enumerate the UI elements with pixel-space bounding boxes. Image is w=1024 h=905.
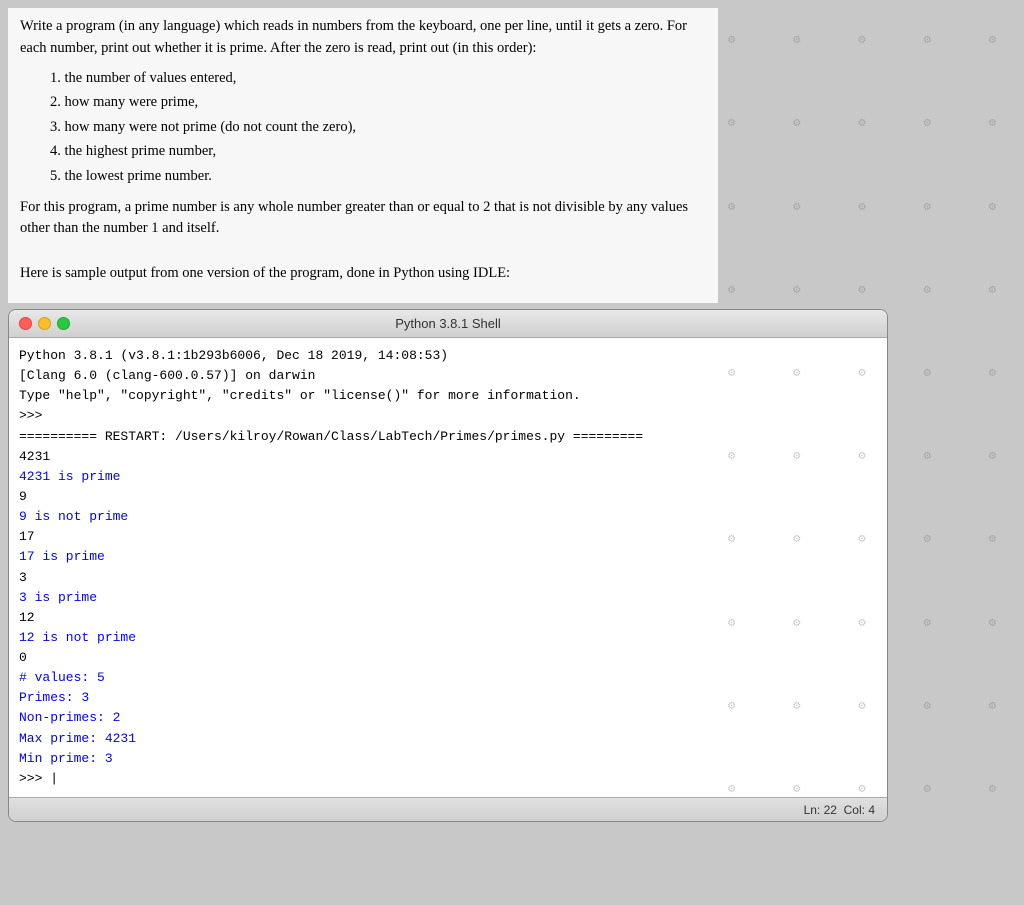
- shell-titlebar: Python 3.8.1 Shell: [9, 310, 887, 338]
- list-item-4: 4. the highest prime number,: [50, 139, 706, 164]
- wm-icon: ⚙: [896, 499, 959, 580]
- main-wrapper: ⚙ ⚙ ⚙ ⚙ ⚙ ⚙ ⚙ ⚙ ⚙ ⚙ ⚙ ⚙ ⚙ ⚙ ⚙ ⚙ ⚙ ⚙ ⚙ ⚙ …: [0, 0, 1024, 830]
- wm-icon: ⚙: [765, 666, 828, 747]
- wm-icon: ⚙: [700, 499, 763, 580]
- wm-icon: ⚙: [961, 416, 1024, 497]
- list-item-3: 3. how many were not prime (do not count…: [50, 115, 706, 140]
- wm-icon: ⚙: [896, 333, 959, 414]
- wm-icon: ⚙: [961, 749, 1024, 830]
- wm-icon: ⚙: [830, 83, 893, 164]
- wm-icon: ⚙: [765, 83, 828, 164]
- requirements-list: 1. the number of values entered, 2. how …: [50, 66, 706, 189]
- wm-icon: ⚙: [896, 666, 959, 747]
- wm-icon: ⚙: [830, 166, 893, 247]
- wm-icon: ⚙: [700, 333, 763, 414]
- wm-icon: ⚙: [896, 416, 959, 497]
- wm-icon: ⚙: [765, 582, 828, 663]
- prime-definition: For this program, a prime number is any …: [20, 197, 706, 241]
- sample-intro-text: Here is sample output from one version o…: [20, 263, 706, 285]
- list-item-1: 1. the number of values entered,: [50, 66, 706, 91]
- wm-icon: ⚙: [961, 333, 1024, 414]
- wm-icon: ⚙: [896, 83, 959, 164]
- wm-icon: ⚙: [830, 333, 893, 414]
- maximize-button[interactable]: [57, 317, 70, 330]
- wm-icon: ⚙: [765, 0, 828, 81]
- wm-icon: ⚙: [765, 416, 828, 497]
- wm-icon: ⚙: [700, 416, 763, 497]
- wm-icon: ⚙: [896, 250, 959, 331]
- wm-icon: ⚙: [765, 499, 828, 580]
- wm-icon: ⚙: [830, 666, 893, 747]
- wm-icon: ⚙: [961, 582, 1024, 663]
- wm-icon: ⚙: [896, 166, 959, 247]
- wm-icon: ⚙: [961, 83, 1024, 164]
- wm-icon: ⚙: [830, 499, 893, 580]
- minimize-button[interactable]: [38, 317, 51, 330]
- wm-icon: ⚙: [961, 250, 1024, 331]
- wm-icon: ⚙: [896, 749, 959, 830]
- wm-icon: ⚙: [700, 749, 763, 830]
- watermark-grid: ⚙ ⚙ ⚙ ⚙ ⚙ ⚙ ⚙ ⚙ ⚙ ⚙ ⚙ ⚙ ⚙ ⚙ ⚙ ⚙ ⚙ ⚙ ⚙ ⚙ …: [700, 0, 1024, 830]
- wm-icon: ⚙: [700, 666, 763, 747]
- traffic-lights: [19, 317, 70, 330]
- list-item-2: 2. how many were prime,: [50, 90, 706, 115]
- problem-description: Write a program (in any language) which …: [8, 8, 718, 303]
- wm-icon: ⚙: [830, 416, 893, 497]
- wm-icon: ⚙: [961, 666, 1024, 747]
- problem-intro: Write a program (in any language) which …: [20, 16, 706, 60]
- wm-icon: ⚙: [896, 582, 959, 663]
- wm-icon: ⚙: [896, 0, 959, 81]
- wm-icon: ⚙: [830, 582, 893, 663]
- wm-icon: ⚙: [765, 749, 828, 830]
- wm-icon: ⚙: [961, 0, 1024, 81]
- close-button[interactable]: [19, 317, 32, 330]
- wm-icon: ⚙: [830, 0, 893, 81]
- list-item-5: 5. the lowest prime number.: [50, 164, 706, 189]
- wm-icon: ⚙: [961, 499, 1024, 580]
- wm-icon: ⚙: [830, 749, 893, 830]
- wm-icon: ⚙: [765, 166, 828, 247]
- wm-icon: ⚙: [700, 582, 763, 663]
- shell-title: Python 3.8.1 Shell: [395, 316, 501, 331]
- wm-icon: ⚙: [961, 166, 1024, 247]
- wm-icon: ⚙: [765, 333, 828, 414]
